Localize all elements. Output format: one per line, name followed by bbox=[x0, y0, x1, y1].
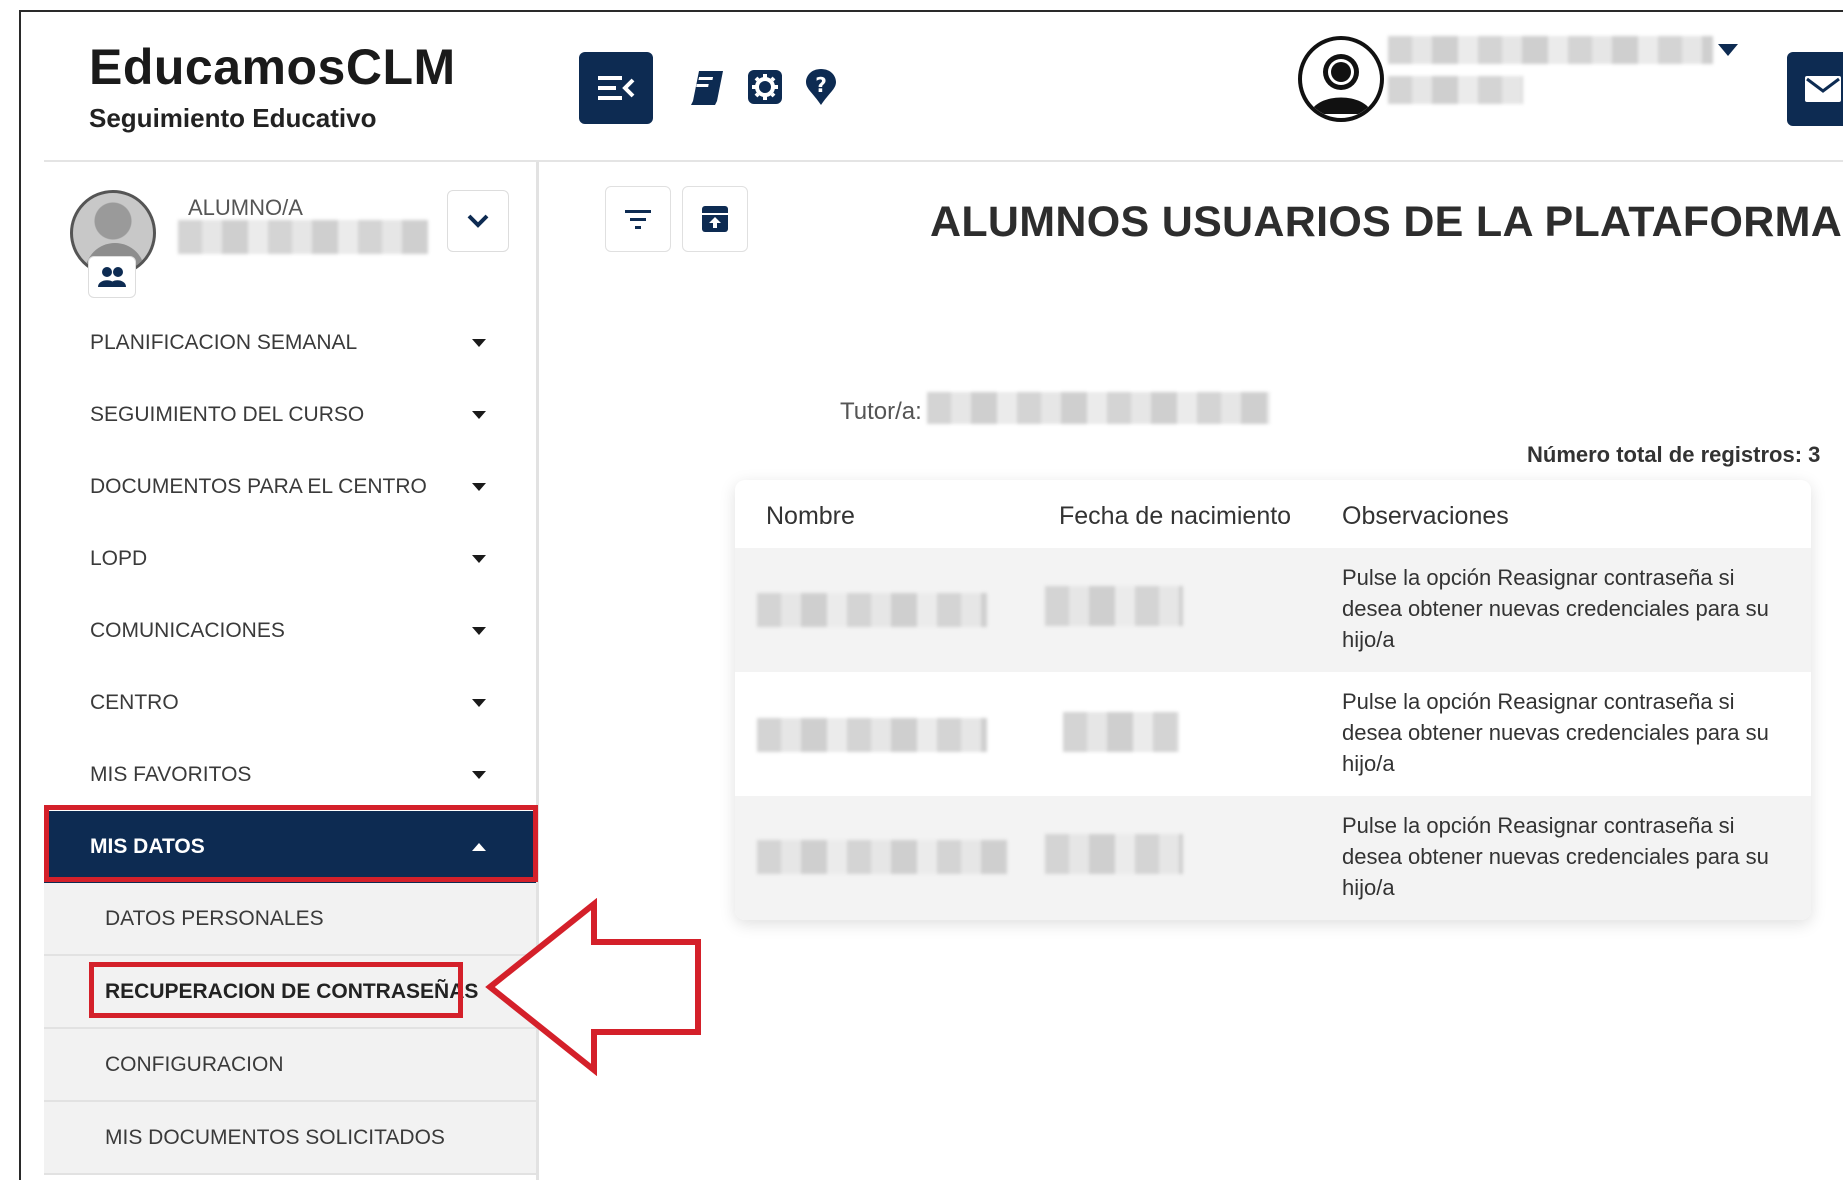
caret-down-icon bbox=[472, 627, 486, 635]
submenu-item-label: MIS DOCUMENTOS SOLICITADOS bbox=[105, 1125, 445, 1149]
group-icon[interactable] bbox=[88, 256, 136, 298]
sidebar-item-label: SEGUIMIENTO DEL CURSO bbox=[90, 403, 365, 426]
observation-line: Pulse la opción Reasignar contraseña si bbox=[1342, 565, 1735, 590]
user-avatar-icon[interactable] bbox=[1298, 36, 1384, 122]
highlight-box bbox=[44, 805, 538, 882]
column-header-nombre[interactable]: Nombre bbox=[766, 502, 855, 531]
table-row[interactable]: Pulse la opción Reasignar contraseña si … bbox=[735, 548, 1811, 672]
sidebar-item-seguimiento-del-curso[interactable]: SEGUIMIENTO DEL CURSO bbox=[44, 379, 536, 451]
submenu-item-datos-personales[interactable]: DATOS PERSONALES bbox=[44, 883, 536, 956]
gear-icon[interactable] bbox=[744, 66, 786, 108]
birthdate-redacted bbox=[1045, 586, 1183, 626]
sidebar-item-mis-favoritos[interactable]: MIS FAVORITOS bbox=[44, 739, 536, 811]
mail-icon bbox=[1805, 76, 1841, 102]
student-name-redacted bbox=[757, 840, 1007, 874]
screenshot-frame: EducamosCLM Seguimiento Educativo ? ALUM… bbox=[0, 0, 1843, 1180]
svg-text:?: ? bbox=[815, 73, 827, 97]
tutor-name-redacted bbox=[927, 392, 1270, 424]
student-role-label: ALUMNO/A bbox=[188, 195, 303, 220]
observation-line: desea obtener nuevas credenciales para s… bbox=[1342, 844, 1769, 869]
observation-line: hijo/a bbox=[1342, 875, 1395, 900]
tutor-label: Tutor/a: bbox=[840, 398, 922, 425]
caret-down-icon bbox=[472, 339, 486, 347]
students-table: Nombre Fecha de nacimiento Observaciones… bbox=[735, 480, 1811, 920]
filter-button[interactable] bbox=[605, 186, 671, 252]
sidebar-item-centro[interactable]: CENTRO bbox=[44, 667, 536, 739]
caret-down-icon bbox=[472, 411, 486, 419]
frame-border bbox=[19, 10, 1843, 12]
archive-icon bbox=[702, 206, 728, 232]
observation-line: hijo/a bbox=[1342, 751, 1395, 776]
sidebar-item-label: LOPD bbox=[90, 547, 148, 570]
observation-cell: Pulse la opción Reasignar contraseña si … bbox=[1342, 562, 1782, 655]
menu-collapse-icon bbox=[598, 76, 635, 100]
chevron-down-icon bbox=[467, 214, 489, 228]
user-name-redacted bbox=[1388, 36, 1713, 64]
observation-line: desea obtener nuevas credenciales para s… bbox=[1342, 720, 1769, 745]
caret-down-icon bbox=[472, 699, 486, 707]
mail-button[interactable] bbox=[1787, 52, 1843, 126]
student-name-redacted bbox=[757, 718, 987, 752]
observation-line: hijo/a bbox=[1342, 627, 1395, 652]
observation-cell: Pulse la opción Reasignar contraseña si … bbox=[1342, 810, 1782, 903]
sidebar-item-label: DOCUMENTOS PARA EL CENTRO bbox=[90, 475, 427, 498]
table-row[interactable]: Pulse la opción Reasignar contraseña si … bbox=[735, 796, 1811, 920]
observation-cell: Pulse la opción Reasignar contraseña si … bbox=[1342, 686, 1782, 779]
sidebar-item-label: PLANIFICACION SEMANAL bbox=[90, 331, 358, 354]
observation-line: Pulse la opción Reasignar contraseña si bbox=[1342, 813, 1735, 838]
column-header-fecha[interactable]: Fecha de nacimiento bbox=[1059, 502, 1291, 531]
chevron-down-icon[interactable] bbox=[1718, 44, 1738, 56]
sidebar-item-documentos-para-el-centro[interactable]: DOCUMENTOS PARA EL CENTRO bbox=[44, 451, 536, 523]
sidebar-item-planificacion-semanal[interactable]: PLANIFICACION SEMANAL bbox=[44, 307, 536, 379]
caret-down-icon bbox=[472, 483, 486, 491]
pointer-arrow-icon bbox=[485, 898, 701, 1076]
filter-icon bbox=[625, 210, 651, 229]
page-title: ALUMNOS USUARIOS DE LA PLATAFORMA bbox=[930, 198, 1843, 246]
help-icon[interactable]: ? bbox=[800, 66, 842, 108]
frame-border bbox=[19, 10, 21, 1180]
sidebar-item-comunicaciones[interactable]: COMUNICACIONES bbox=[44, 595, 536, 667]
total-records-label: Número total de registros: 3 bbox=[1527, 442, 1821, 467]
brand-subtitle: Seguimiento Educativo bbox=[89, 103, 377, 133]
book-icon[interactable] bbox=[686, 66, 728, 108]
student-name-redacted bbox=[757, 593, 987, 627]
student-name-redacted bbox=[178, 220, 428, 254]
sidebar-item-label: CENTRO bbox=[90, 691, 179, 714]
brand-title: EducamosCLM bbox=[89, 39, 456, 95]
birthdate-redacted bbox=[1063, 712, 1179, 752]
table-row[interactable]: Pulse la opción Reasignar contraseña si … bbox=[735, 672, 1811, 796]
submenu-item-label: DATOS PERSONALES bbox=[105, 906, 324, 930]
observation-line: Pulse la opción Reasignar contraseña si bbox=[1342, 689, 1735, 714]
submenu-item-mis-documentos-solicitados[interactable]: MIS DOCUMENTOS SOLICITADOS bbox=[44, 1102, 536, 1175]
observation-line: desea obtener nuevas credenciales para s… bbox=[1342, 596, 1769, 621]
submenu-item-label: CONFIGURACION bbox=[105, 1052, 284, 1076]
caret-down-icon bbox=[472, 555, 486, 563]
sidebar-item-label: MIS FAVORITOS bbox=[90, 763, 252, 786]
menu-toggle-button[interactable] bbox=[579, 52, 653, 124]
submenu-item-configuracion[interactable]: CONFIGURACION bbox=[44, 1029, 536, 1102]
student-switch-button[interactable] bbox=[447, 190, 509, 252]
archive-button[interactable] bbox=[682, 186, 748, 252]
column-header-observaciones[interactable]: Observaciones bbox=[1342, 502, 1509, 531]
birthdate-redacted bbox=[1045, 834, 1183, 874]
highlight-box bbox=[89, 962, 463, 1018]
user-role-redacted bbox=[1388, 76, 1523, 104]
caret-down-icon bbox=[472, 771, 486, 779]
sidebar-item-label: COMUNICACIONES bbox=[90, 619, 285, 642]
sidebar-item-lopd[interactable]: LOPD bbox=[44, 523, 536, 595]
